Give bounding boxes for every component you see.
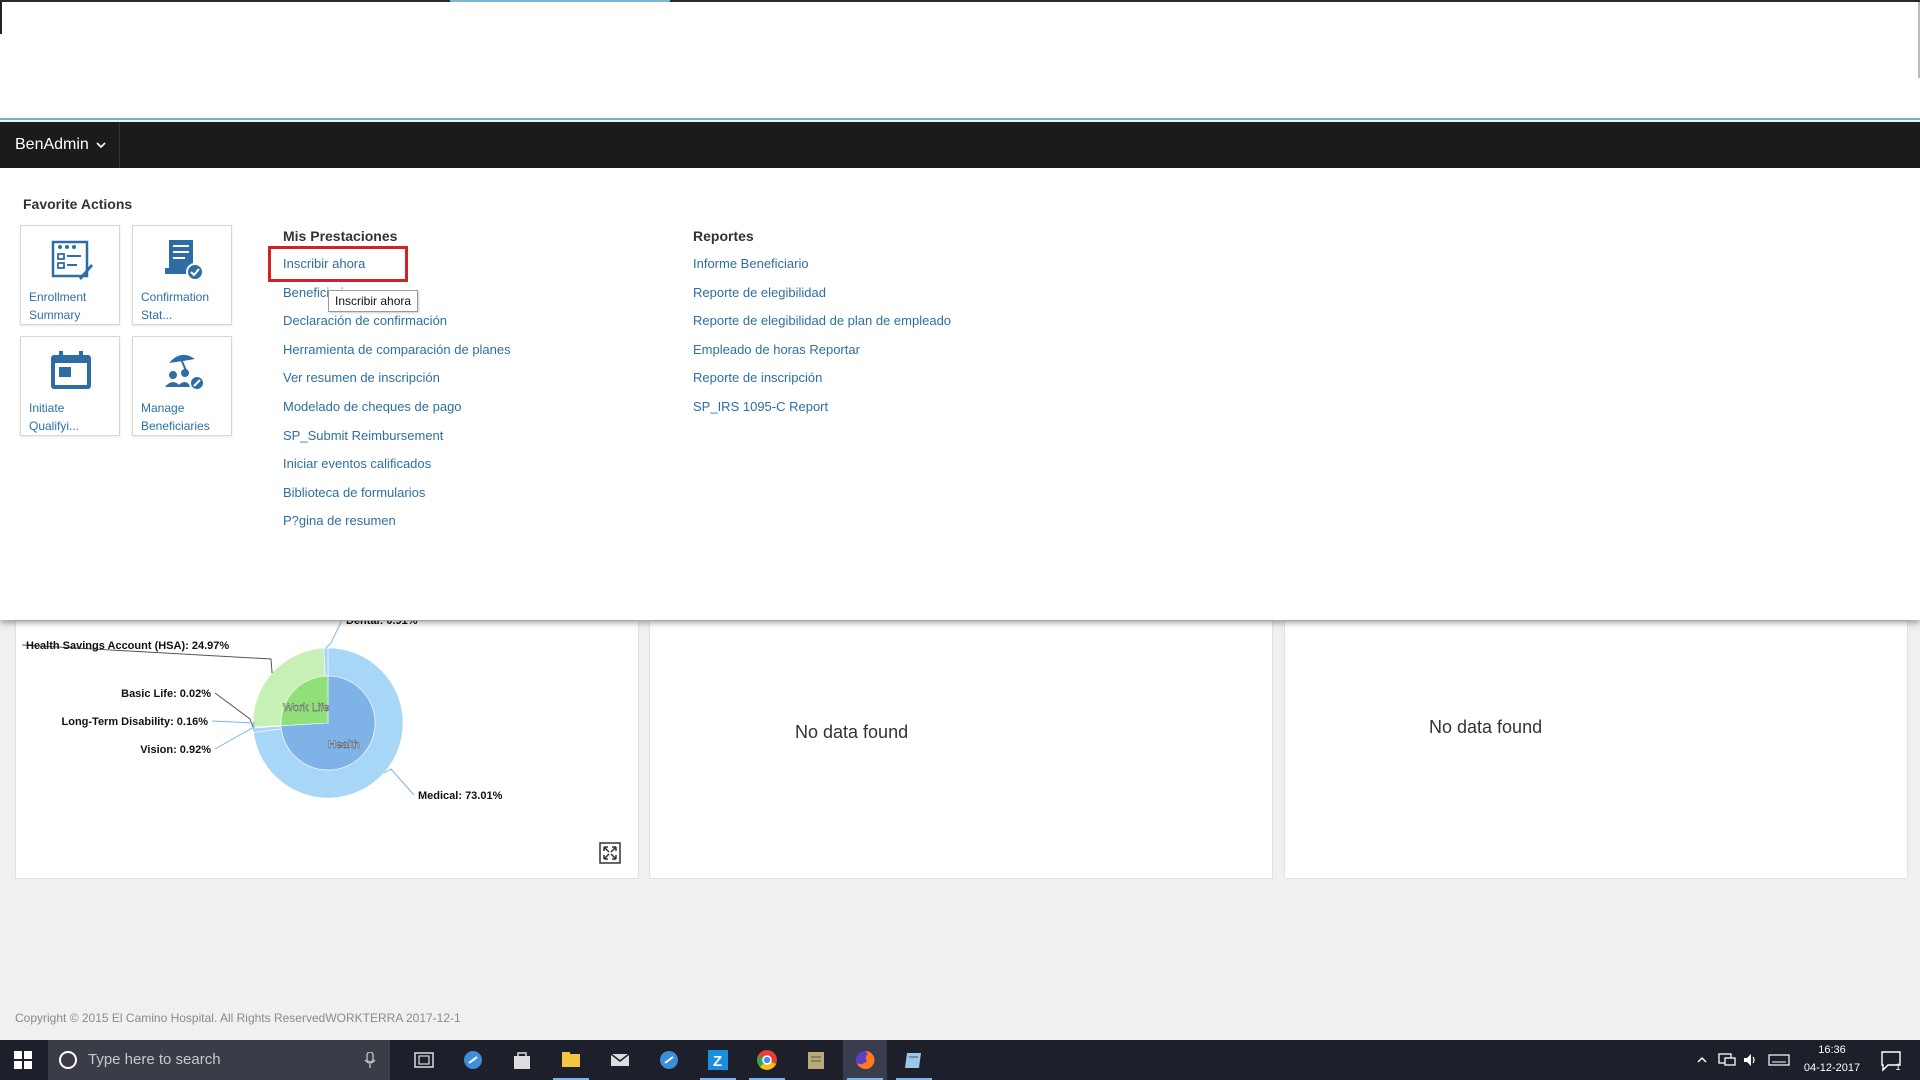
tile-confirmation-statement[interactable]: Confirmation Stat...: [132, 225, 232, 325]
calendar-icon: [51, 351, 91, 389]
leader-line: [214, 726, 255, 750]
link-informe-beneficiario[interactable]: Informe Beneficiario: [693, 256, 951, 285]
chevron-up-icon[interactable]: [1696, 1054, 1708, 1066]
highlight-box: [268, 246, 408, 282]
no-data-message: No data found: [795, 722, 909, 742]
mail-taskbar-button[interactable]: [598, 1040, 642, 1080]
main-navbar: BenAdmin: [0, 122, 1920, 168]
favorite-actions-title: Favorite Actions: [23, 196, 133, 212]
chrome-taskbar-button[interactable]: [745, 1040, 789, 1080]
slice-label: Medical: 73.01%: [418, 790, 503, 802]
clock-time[interactable]: 16:36: [1796, 1044, 1868, 1056]
notification-count-badge: 1: [1895, 1062, 1901, 1072]
zoho-taskbar-button[interactable]: Z: [696, 1040, 740, 1080]
top-header-band: [0, 0, 1920, 120]
edge-taskbar-button[interactable]: [451, 1040, 495, 1080]
keyboard-icon[interactable]: [1768, 1054, 1790, 1066]
link-sp-irs-report[interactable]: SP_IRS 1095-C Report: [693, 399, 951, 428]
benadmin-dropdown-menu: Favorite Actions Enrollment Summary Conf…: [0, 168, 1920, 620]
slice-label: Dental: 0.91%: [346, 621, 418, 627]
network-icon[interactable]: [1718, 1052, 1736, 1068]
slice-label: Health Savings Account (HSA): 24.97%: [26, 640, 229, 652]
slice-label: Long-Term Disability: 0.16%: [62, 716, 209, 728]
tile-manage-beneficiaries[interactable]: Manage Beneficiaries: [132, 336, 232, 436]
start-button[interactable]: [0, 1040, 46, 1080]
link-sp-submit-reimbursement[interactable]: SP_Submit Reimbursement: [283, 428, 511, 457]
benadmin-menu-label: BenAdmin: [15, 136, 89, 153]
mis-prestaciones-heading: Mis Prestaciones: [283, 228, 398, 244]
taskbar-search-box[interactable]: Type here to search: [48, 1040, 390, 1080]
tile-enrollment-summary[interactable]: Enrollment Summary: [20, 225, 120, 325]
link-reporte-inscripcion[interactable]: Reporte de inscripción: [693, 370, 951, 399]
chevron-down-icon: [96, 142, 106, 149]
link-reporte-elegibilidad[interactable]: Reporte de elegibilidad: [693, 285, 951, 314]
benefit-donut-chart: Work Life Health Health Savings Account (H…: [21, 621, 503, 802]
link-herramienta-comparacion[interactable]: Herramienta de comparación de planes: [283, 342, 511, 371]
notepad-icon: [905, 1053, 921, 1068]
link-biblioteca-formularios[interactable]: Biblioteca de formularios: [283, 485, 511, 514]
link-empleado-horas[interactable]: Empleado de horas Reportar: [693, 342, 951, 371]
enrollment-summary-icon: [51, 240, 93, 280]
safari-icon: [660, 1051, 678, 1069]
task-view-icon: [414, 1052, 434, 1068]
link-pagina-resumen[interactable]: P?gina de resumen: [283, 513, 511, 542]
volume-icon[interactable]: [1742, 1052, 1758, 1068]
slice-label: Basic Life: 0.02%: [121, 688, 211, 700]
file-explorer-icon: [562, 1052, 580, 1067]
svg-text:Z: Z: [713, 1053, 722, 1070]
link-modelado-cheques[interactable]: Modelado de cheques de pago: [283, 399, 511, 428]
expand-icon[interactable]: [599, 842, 621, 864]
slice-label: Vision: 0.92%: [140, 744, 211, 756]
benadmin-menu-button[interactable]: BenAdmin: [0, 122, 120, 168]
loading-bar: [450, 0, 670, 2]
mail-icon: [610, 1053, 630, 1066]
copyright-footer: Copyright © 2015 El Camino Hospital. All…: [15, 1011, 461, 1025]
leader-line: [383, 768, 415, 796]
clock-date[interactable]: 04-12-2017: [1796, 1062, 1868, 1074]
link-reporte-elegibilidad-plan[interactable]: Reporte de elegibilidad de plan de emple…: [693, 313, 951, 342]
task-view-taskbar-button[interactable]: [402, 1040, 446, 1080]
tile-label: Enrollment Summary: [29, 290, 87, 322]
inner-label-health: Health: [328, 739, 360, 751]
confirmation-statement-icon: [165, 240, 204, 281]
safari-taskbar-button[interactable]: [647, 1040, 691, 1080]
search-placeholder: Type here to search: [88, 1051, 221, 1068]
windows-logo-icon: [14, 1051, 32, 1069]
beneficiaries-icon: [165, 354, 205, 391]
firefox-icon: [856, 1050, 875, 1069]
reportes-heading: Reportes: [693, 228, 754, 244]
tile-label: Initiate Qualifyi...: [29, 401, 80, 433]
reportes-links: Informe Beneficiario Reporte de elegibil…: [693, 256, 951, 428]
edge-icon: [464, 1051, 482, 1069]
window-edge: [0, 2, 2, 34]
link-iniciar-eventos[interactable]: Iniciar eventos calificados: [283, 456, 511, 485]
windows-taskbar: Type here to search Z 16:36 04-12-2017 1: [0, 1040, 1920, 1080]
tile-label: Manage Beneficiaries: [141, 401, 210, 433]
leader-line: [211, 720, 255, 728]
microphone-icon[interactable]: [364, 1052, 376, 1068]
firefox-taskbar-button[interactable]: [843, 1040, 887, 1080]
data-panel-3: No data found: [1284, 620, 1908, 879]
store-taskbar-button[interactable]: [500, 1040, 544, 1080]
store-icon: [514, 1052, 530, 1069]
tile-initiate-qualifying[interactable]: Initiate Qualifyi...: [20, 336, 120, 436]
link-ver-resumen-inscripcion[interactable]: Ver resumen de inscripción: [283, 370, 511, 399]
tooltip: Inscribir ahora: [328, 290, 419, 312]
chrome-icon: [757, 1050, 777, 1070]
leader-line: [325, 621, 343, 649]
data-panel-2: No data found: [649, 620, 1273, 879]
archive-taskbar-button[interactable]: [794, 1040, 838, 1080]
notepad-taskbar-button[interactable]: [892, 1040, 936, 1080]
zoho-icon: Z: [708, 1050, 728, 1070]
benefit-cost-chart-panel: Work Life Health Health Savings Account (H…: [15, 620, 639, 879]
cortana-circle-icon: [59, 1051, 77, 1069]
tile-label: Confirmation Stat...: [141, 290, 210, 322]
no-data-message: No data found: [1429, 717, 1543, 737]
file-explorer-taskbar-button[interactable]: [549, 1040, 593, 1080]
archive-icon: [808, 1052, 824, 1069]
inner-label-work-life: Work Life: [283, 702, 329, 714]
link-declaracion-confirmacion[interactable]: Declaración de confirmación: [283, 313, 511, 342]
